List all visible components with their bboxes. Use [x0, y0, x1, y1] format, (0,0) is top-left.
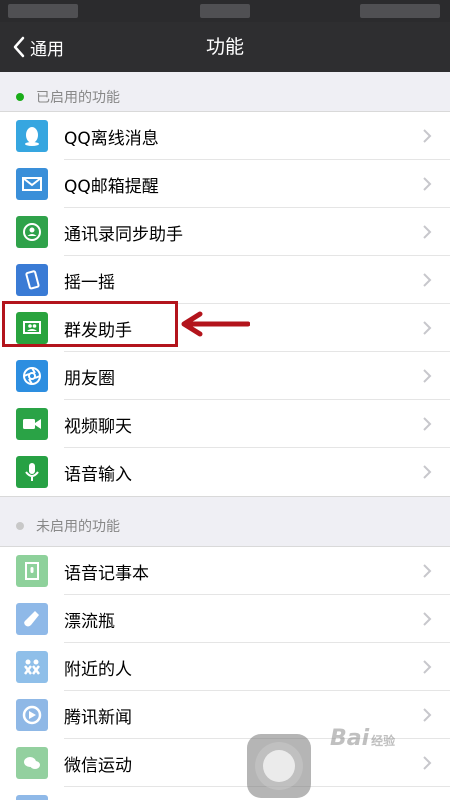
feature-row-shake[interactable]: 摇一摇: [0, 256, 450, 304]
chevron-right-icon: [423, 225, 432, 239]
chevron-right-icon: [423, 369, 432, 383]
enabled-features-list: QQ离线消息 QQ邮箱提醒 通讯录同步助手 摇一摇 群发助手 朋友圈 视频聊天 …: [0, 111, 450, 497]
feature-row-voice-input[interactable]: 语音输入: [0, 448, 450, 496]
group-message-icon: [16, 312, 48, 344]
chevron-right-icon: [423, 129, 432, 143]
feature-row-qq-offline[interactable]: QQ离线消息: [0, 112, 450, 160]
contact-sync-icon: [16, 216, 48, 248]
status-time-blur: [200, 4, 250, 18]
assistive-touch-button[interactable]: [247, 734, 311, 798]
feature-label: 漂流瓶: [64, 611, 115, 632]
wechat-sport-icon: [16, 747, 48, 779]
feature-label: 摇一摇: [64, 272, 115, 293]
feature-label: 附近的人: [64, 659, 132, 680]
feature-row-group-message[interactable]: 群发助手: [0, 304, 450, 352]
chevron-right-icon: [423, 756, 432, 770]
people-nearby-icon: [16, 651, 48, 683]
feature-label: 朋友圈: [64, 368, 115, 389]
feature-row-drift-bottle[interactable]: 漂流瓶: [0, 595, 450, 643]
voice-notepad-icon: [16, 555, 48, 587]
navigation-bar: 通用 功能: [0, 22, 450, 72]
feature-row-voice-notepad[interactable]: 语音记事本: [0, 547, 450, 595]
feature-row-video-chat[interactable]: 视频聊天: [0, 400, 450, 448]
section-title-enabled: 已启用的功能: [36, 90, 120, 106]
feature-label: 腾讯新闻: [64, 707, 132, 728]
feature-row-tencent-news[interactable]: 腾讯新闻: [0, 691, 450, 739]
mail-icon: [16, 168, 48, 200]
feature-label: 语音记事本: [64, 563, 149, 584]
status-carrier-blur: [8, 4, 78, 18]
microphone-icon: [16, 456, 48, 488]
chevron-right-icon: [423, 417, 432, 431]
chevron-right-icon: [423, 321, 432, 335]
feature-row-people-nearby[interactable]: 附近的人: [0, 643, 450, 691]
feature-row-contact-sync[interactable]: 通讯录同步助手: [0, 208, 450, 256]
feature-label: 视频聊天: [64, 416, 132, 437]
feature-row-partial: [0, 787, 450, 800]
chevron-right-icon: [423, 564, 432, 578]
moments-aperture-icon: [16, 360, 48, 392]
feature-label: QQ邮箱提醒: [64, 176, 159, 197]
assistive-touch-inner-ring: [263, 750, 295, 782]
chevron-right-icon: [423, 612, 432, 626]
enabled-dot: [16, 93, 24, 101]
feature-label: 微信运动: [64, 755, 132, 776]
feature-label: QQ离线消息: [64, 128, 159, 149]
chevron-right-icon: [423, 708, 432, 722]
video-camera-icon: [16, 408, 48, 440]
disabled-dot: [16, 522, 24, 530]
feature-row-qq-mail[interactable]: QQ邮箱提醒: [0, 160, 450, 208]
partial-row-icon: [16, 795, 48, 800]
disabled-features-list: 语音记事本 漂流瓶 附近的人 腾讯新闻 微信运动: [0, 546, 450, 800]
drift-bottle-icon: [16, 603, 48, 635]
feature-label: 语音输入: [64, 464, 132, 485]
chevron-right-icon: [423, 465, 432, 479]
feature-row-wechat-sport[interactable]: 微信运动: [0, 739, 450, 787]
chevron-right-icon: [423, 660, 432, 674]
status-battery-blur: [360, 4, 440, 18]
feature-label: 通讯录同步助手: [64, 224, 183, 245]
feature-label: 群发助手: [64, 320, 132, 341]
shake-phone-icon: [16, 264, 48, 296]
section-title-disabled: 未启用的功能: [36, 519, 120, 535]
tencent-news-icon: [16, 699, 48, 731]
status-bar: [0, 0, 450, 22]
qq-penguin-icon: [16, 120, 48, 152]
page-title: 功能: [205, 36, 244, 58]
chevron-right-icon: [423, 177, 432, 191]
feature-row-moments[interactable]: 朋友圈: [0, 352, 450, 400]
chevron-right-icon: [423, 273, 432, 287]
section-header-disabled: 未启用的功能: [0, 507, 450, 545]
